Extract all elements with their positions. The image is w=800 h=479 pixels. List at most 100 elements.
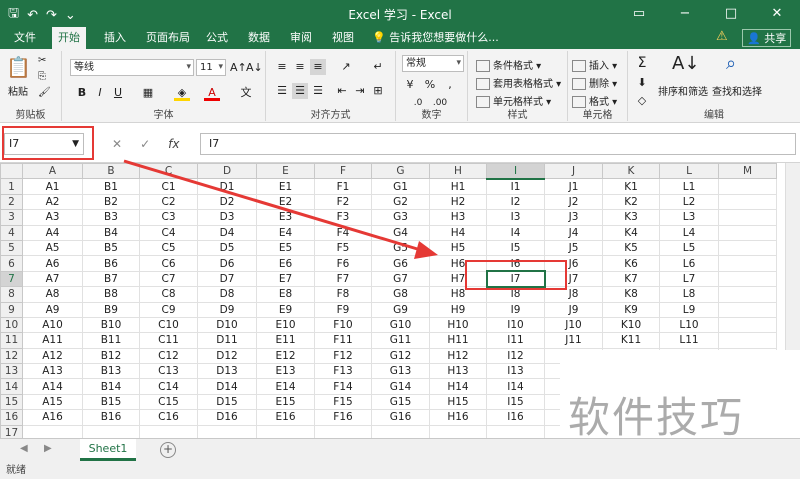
cell[interactable]: H12 bbox=[429, 347, 487, 365]
grow-font-icon[interactable]: A↑ bbox=[230, 60, 247, 76]
cell[interactable] bbox=[718, 270, 777, 288]
cell[interactable]: K4 bbox=[602, 224, 660, 241]
cell[interactable]: H2 bbox=[429, 193, 487, 211]
cell[interactable]: D9 bbox=[197, 301, 257, 318]
restore-button[interactable]: □ bbox=[708, 0, 754, 27]
column-header[interactable]: C bbox=[139, 163, 198, 180]
cell[interactable]: F11 bbox=[314, 332, 372, 349]
cell[interactable]: H14 bbox=[429, 378, 487, 395]
enter-icon[interactable]: ✓ bbox=[140, 137, 150, 151]
cell[interactable]: C9 bbox=[139, 301, 198, 318]
align-right-icon[interactable]: ☰ bbox=[310, 83, 326, 99]
cell[interactable]: G5 bbox=[371, 239, 430, 257]
cell[interactable]: H9 bbox=[429, 301, 487, 318]
select-all-corner[interactable] bbox=[0, 163, 23, 180]
row-header[interactable]: 17 bbox=[0, 424, 23, 438]
cell[interactable]: F14 bbox=[314, 378, 372, 395]
cell[interactable]: G4 bbox=[371, 224, 430, 241]
sort-filter-button[interactable]: 排序和筛选 bbox=[658, 83, 708, 98]
cell[interactable]: C13 bbox=[139, 363, 198, 380]
row-header[interactable]: 16 bbox=[0, 409, 23, 426]
cell[interactable]: C4 bbox=[139, 224, 198, 241]
row-header[interactable]: 5 bbox=[0, 239, 23, 257]
cell[interactable]: C7 bbox=[139, 270, 198, 288]
cell[interactable]: C5 bbox=[139, 239, 198, 257]
cell[interactable]: K2 bbox=[602, 193, 660, 211]
cell[interactable]: A12 bbox=[22, 347, 83, 365]
cell[interactable] bbox=[718, 209, 777, 226]
cell[interactable]: A15 bbox=[22, 393, 83, 411]
cell[interactable]: L5 bbox=[659, 239, 719, 257]
cell[interactable]: D8 bbox=[197, 286, 257, 303]
cell[interactable]: F15 bbox=[314, 393, 372, 411]
cell[interactable] bbox=[22, 424, 83, 438]
cell[interactable]: A8 bbox=[22, 286, 83, 303]
cancel-icon[interactable]: ✕ bbox=[112, 137, 122, 151]
cell[interactable]: F7 bbox=[314, 270, 372, 288]
cell[interactable]: A3 bbox=[22, 209, 83, 226]
tab-page-layout[interactable]: 页面布局 bbox=[140, 27, 196, 49]
cell[interactable]: I1 bbox=[486, 178, 545, 195]
row-header[interactable]: 4 bbox=[0, 224, 23, 241]
find-select-button[interactable]: 查找和选择 bbox=[712, 83, 762, 98]
cell[interactable] bbox=[256, 424, 315, 438]
cell[interactable]: E6 bbox=[256, 255, 315, 272]
cell[interactable]: I8 bbox=[486, 286, 545, 303]
sort-filter-icon[interactable]: A↓ bbox=[672, 53, 699, 74]
cell[interactable]: A10 bbox=[22, 316, 83, 334]
cell[interactable]: B15 bbox=[82, 393, 140, 411]
cell[interactable]: A16 bbox=[22, 409, 83, 426]
cell[interactable] bbox=[718, 316, 777, 334]
cell[interactable]: A7 bbox=[22, 270, 83, 288]
row-header[interactable]: 9 bbox=[0, 301, 23, 318]
tab-insert[interactable]: 插入 bbox=[98, 27, 132, 49]
cell[interactable]: I5 bbox=[486, 239, 545, 257]
cell[interactable]: G16 bbox=[371, 409, 430, 426]
cell[interactable] bbox=[197, 424, 257, 438]
cell[interactable]: H11 bbox=[429, 332, 487, 349]
cell[interactable]: E15 bbox=[256, 393, 315, 411]
wrap-text-icon[interactable]: ↵ bbox=[370, 59, 386, 75]
cell[interactable] bbox=[429, 424, 487, 438]
cell[interactable]: H4 bbox=[429, 224, 487, 241]
cell[interactable]: A2 bbox=[22, 193, 83, 211]
cell[interactable]: B2 bbox=[82, 193, 140, 211]
cell[interactable] bbox=[718, 239, 777, 257]
formula-input[interactable]: I7 bbox=[200, 133, 796, 155]
merge-center-icon[interactable]: ⊞ bbox=[370, 83, 386, 99]
row-header[interactable]: 11 bbox=[0, 332, 23, 349]
cell[interactable]: D5 bbox=[197, 239, 257, 257]
cell[interactable]: F9 bbox=[314, 301, 372, 318]
cell[interactable]: I4 bbox=[486, 224, 545, 241]
cell[interactable]: A6 bbox=[22, 255, 83, 272]
cell[interactable]: C1 bbox=[139, 178, 198, 195]
align-top-icon[interactable]: ≡ bbox=[274, 59, 290, 75]
minimize-button[interactable]: − bbox=[662, 0, 708, 27]
add-sheet-icon[interactable]: + bbox=[160, 442, 176, 458]
cell[interactable]: K9 bbox=[602, 301, 660, 318]
cell[interactable] bbox=[718, 255, 777, 272]
cell[interactable]: G2 bbox=[371, 193, 430, 211]
cell[interactable]: C15 bbox=[139, 393, 198, 411]
cell[interactable]: H1 bbox=[429, 178, 487, 195]
cell[interactable]: H10 bbox=[429, 316, 487, 334]
cell[interactable]: I11 bbox=[486, 332, 545, 349]
cell[interactable]: B13 bbox=[82, 363, 140, 380]
cell[interactable] bbox=[82, 424, 140, 438]
row-header[interactable]: 1 bbox=[0, 178, 23, 195]
cell[interactable]: B7 bbox=[82, 270, 140, 288]
cell[interactable]: E14 bbox=[256, 378, 315, 395]
italic-icon[interactable]: I bbox=[92, 85, 108, 101]
decrease-indent-icon[interactable]: ⇤ bbox=[334, 83, 350, 99]
cell[interactable] bbox=[371, 424, 430, 438]
tell-me-box[interactable]: 💡 告诉我您想要做什么... bbox=[372, 27, 499, 49]
cell[interactable]: G13 bbox=[371, 363, 430, 380]
cell[interactable] bbox=[718, 193, 777, 211]
cell[interactable]: F3 bbox=[314, 209, 372, 226]
cell[interactable]: C14 bbox=[139, 378, 198, 395]
cell[interactable]: I15 bbox=[486, 393, 545, 411]
cell[interactable]: J7 bbox=[544, 270, 603, 288]
cell[interactable]: H8 bbox=[429, 286, 487, 303]
cell[interactable]: G3 bbox=[371, 209, 430, 226]
cell[interactable]: E12 bbox=[256, 347, 315, 365]
